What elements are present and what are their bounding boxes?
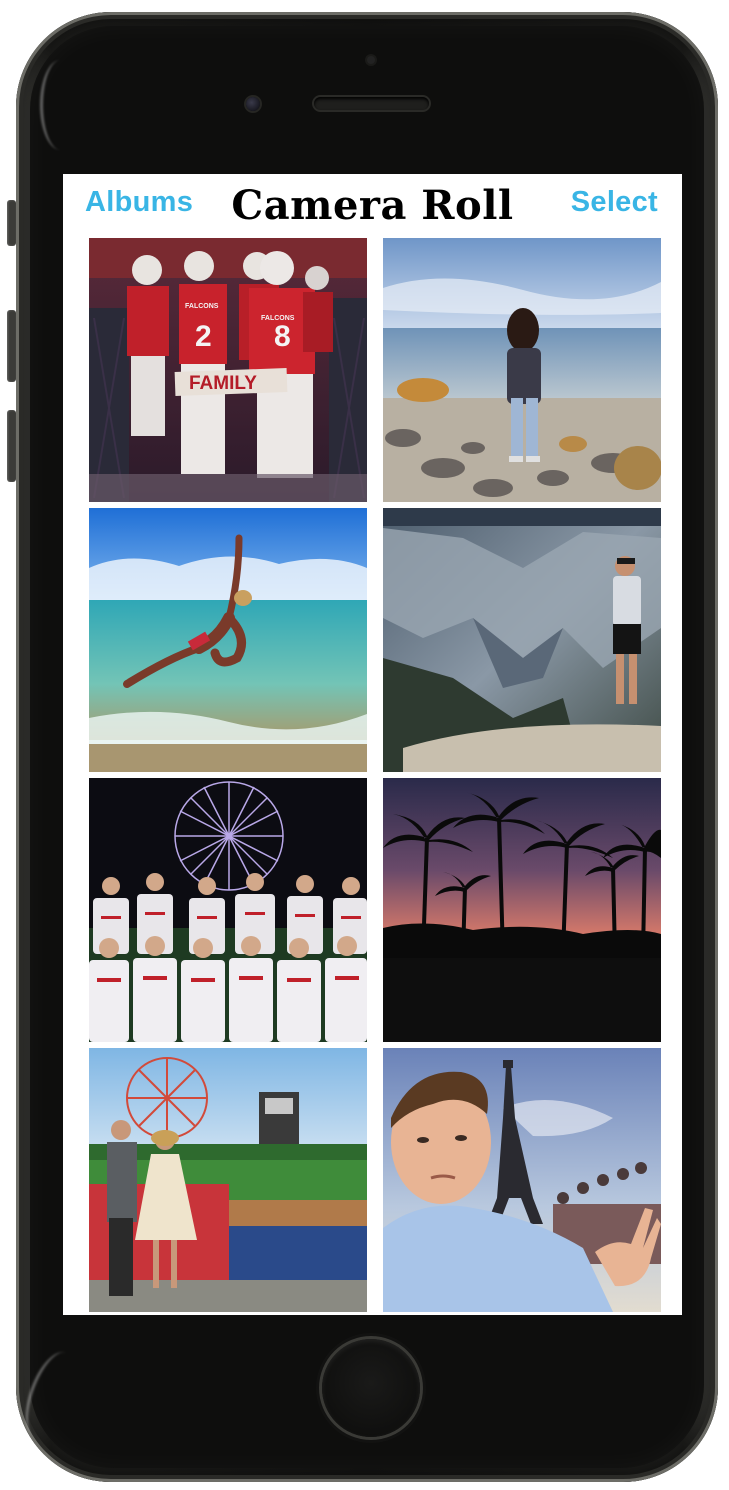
- svg-text:8: 8: [274, 320, 291, 353]
- rocky-beach-image: [383, 238, 661, 502]
- select-button[interactable]: Select: [571, 186, 658, 219]
- front-camera: [246, 97, 260, 111]
- baseball-team-image: [89, 778, 367, 1042]
- volume-up-button: [7, 310, 16, 382]
- photo-thumbnail[interactable]: [89, 1048, 367, 1312]
- mute-switch: [7, 200, 16, 246]
- football-team-image: 2 8 FALCONS FALCONS FAMILY: [89, 238, 367, 502]
- couple-ballpark-image: [89, 1048, 367, 1312]
- palm-sunset-image: [383, 778, 661, 1042]
- family-sign-text: FAMILY: [189, 373, 257, 394]
- proximity-sensor: [367, 56, 375, 64]
- frame-glint: [40, 60, 81, 150]
- eiffel-tower-selfie-image: [383, 1048, 661, 1312]
- photo-thumbnail[interactable]: [89, 778, 367, 1042]
- svg-text:FALCONS: FALCONS: [261, 315, 295, 322]
- photo-thumbnail[interactable]: [383, 778, 661, 1042]
- photo-thumbnail[interactable]: [383, 1048, 661, 1312]
- photo-thumbnail[interactable]: [89, 508, 367, 772]
- mountain-canyon-image: [383, 508, 661, 772]
- svg-text:2: 2: [195, 320, 212, 353]
- svg-text:FALCONS: FALCONS: [185, 303, 219, 310]
- dancer-ocean-image: [89, 508, 367, 772]
- home-button[interactable]: [322, 1339, 420, 1437]
- photo-thumbnail[interactable]: [383, 238, 661, 502]
- volume-down-button: [7, 410, 16, 482]
- photo-thumbnail[interactable]: [383, 508, 661, 772]
- earpiece-speaker: [314, 97, 429, 110]
- phone-screen: Albums Camera Roll Select 2 8 FALCONS FA…: [63, 174, 682, 1315]
- navigation-bar: Albums Camera Roll Select: [63, 174, 682, 236]
- photo-thumbnail[interactable]: 2 8 FALCONS FALCONS FAMILY: [89, 238, 367, 502]
